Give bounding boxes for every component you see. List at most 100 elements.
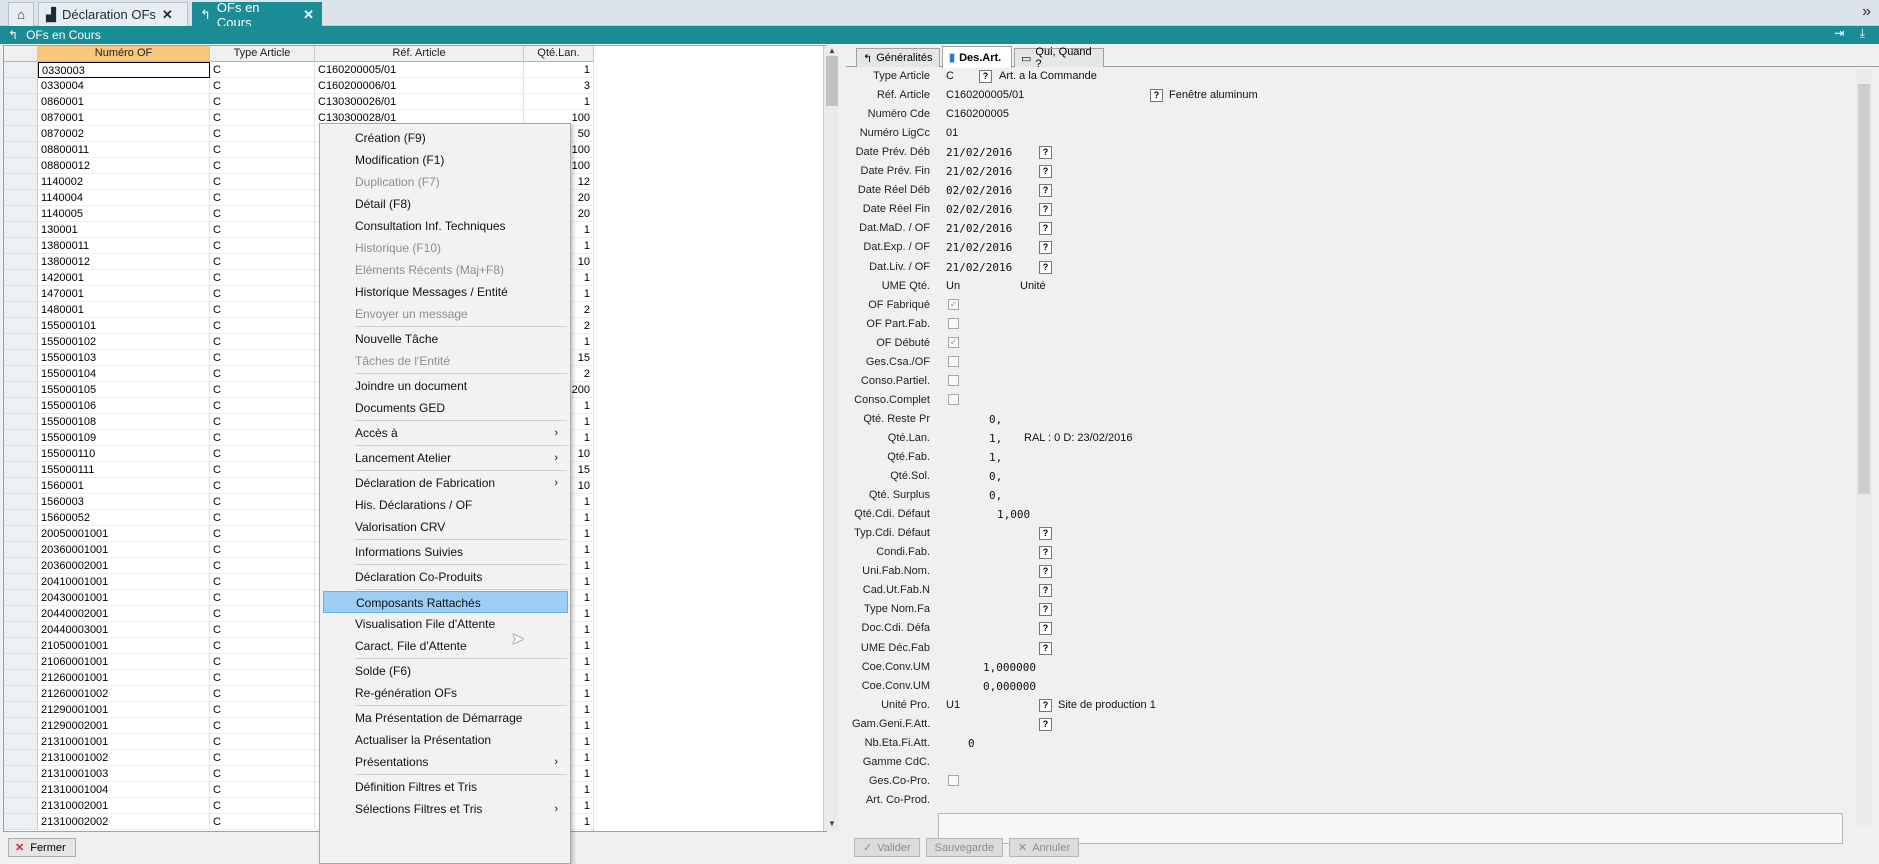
row-indicator[interactable]: [4, 558, 38, 574]
tab-declaration-ofs[interactable]: ▟ Déclaration OFs ✕: [38, 2, 188, 26]
menu-item[interactable]: Modification (F1): [323, 149, 568, 171]
menu-item[interactable]: Composants Rattachés: [323, 591, 568, 613]
menu-item[interactable]: Caract. File d'Attente: [323, 635, 568, 657]
tab-generalites[interactable]: ↰ Généralités: [856, 48, 940, 67]
field-value[interactable]: C160200005: [946, 108, 1009, 120]
lookup-icon[interactable]: ?: [1039, 184, 1052, 198]
row-indicator[interactable]: [4, 414, 38, 430]
row-indicator[interactable]: [4, 142, 38, 158]
checkbox[interactable]: [948, 317, 959, 329]
row-indicator[interactable]: [4, 510, 38, 526]
field-value[interactable]: 21/02/2016: [946, 165, 1012, 178]
menu-item[interactable]: Visualisation File d'Attente: [323, 613, 568, 635]
field-value[interactable]: C: [946, 70, 954, 82]
table-row[interactable]: 0330004 C C160200006/01 3: [4, 78, 594, 94]
menu-item[interactable]: Déclaration Co-Produits: [323, 566, 568, 588]
close-tab-icon[interactable]: ✕: [303, 7, 314, 23]
row-indicator[interactable]: [4, 238, 38, 254]
row-indicator[interactable]: [4, 222, 38, 238]
lookup-icon[interactable]: ?: [1039, 146, 1052, 160]
lookup-icon[interactable]: ?: [1039, 222, 1052, 236]
row-indicator[interactable]: [4, 334, 38, 350]
validate-button[interactable]: ✓ Valider: [854, 838, 920, 857]
row-indicator[interactable]: [4, 574, 38, 590]
grid-corner[interactable]: [4, 46, 38, 62]
tab-des-art[interactable]: ▮ Des.Art.: [942, 46, 1012, 68]
row-indicator[interactable]: [4, 126, 38, 142]
menu-item[interactable]: Définition Filtres et Tris: [323, 776, 568, 798]
row-indicator[interactable]: [4, 590, 38, 606]
lookup-icon[interactable]: ?: [1150, 89, 1163, 103]
row-indicator[interactable]: [4, 254, 38, 270]
lookup-icon[interactable]: ?: [1039, 698, 1052, 712]
row-indicator[interactable]: [4, 158, 38, 174]
row-indicator[interactable]: [4, 670, 38, 686]
field-value[interactable]: 0,: [989, 413, 1002, 426]
menu-item[interactable]: Ma Présentation de Démarrage: [323, 707, 568, 729]
menu-item[interactable]: Présentations ›: [323, 751, 568, 773]
row-indicator[interactable]: [4, 798, 38, 814]
menu-item[interactable]: Informations Suivies: [323, 541, 568, 563]
scroll-down-icon[interactable]: ▼: [824, 819, 840, 831]
window-actions-icons[interactable]: ⇥ ⤓: [1834, 26, 1871, 41]
menu-item[interactable]: Nouvelle Tâche: [323, 328, 568, 350]
menu-item[interactable]: Consultation Inf. Techniques: [323, 215, 568, 237]
checkbox[interactable]: [948, 774, 959, 786]
row-indicator[interactable]: [4, 814, 38, 830]
save-button[interactable]: Sauvegarde: [925, 838, 1003, 857]
menu-item[interactable]: Lancement Atelier ›: [323, 447, 568, 469]
row-indicator[interactable]: [4, 94, 38, 110]
row-indicator[interactable]: [4, 686, 38, 702]
col-header-ref-article[interactable]: Réf. Article: [315, 46, 524, 62]
lookup-icon[interactable]: ?: [1039, 203, 1052, 217]
row-indicator[interactable]: [4, 286, 38, 302]
row-indicator[interactable]: [4, 526, 38, 542]
menu-item[interactable]: Valorisation CRV: [323, 516, 568, 538]
lookup-icon[interactable]: ?: [1039, 584, 1052, 598]
menu-item[interactable]: Actualiser la Présentation: [323, 729, 568, 751]
field-value[interactable]: 0,000000: [983, 680, 1036, 693]
menu-item[interactable]: Eléments Récents (Maj+F8): [323, 259, 568, 281]
checkbox[interactable]: ✓: [948, 336, 959, 348]
row-indicator[interactable]: [4, 110, 38, 126]
field-value[interactable]: 0: [968, 737, 975, 750]
menu-item[interactable]: Historique Messages / Entité: [323, 281, 568, 303]
menu-item[interactable]: Solde (F6): [323, 660, 568, 682]
lookup-icon[interactable]: ?: [1039, 622, 1052, 636]
cancel-button[interactable]: ✕ Annuler: [1008, 838, 1080, 857]
menu-item[interactable]: His. Déclarations / OF: [323, 494, 568, 516]
col-header-numero-of[interactable]: Numéro OF: [38, 46, 210, 62]
field-value[interactable]: 21/02/2016: [946, 241, 1012, 254]
row-indicator[interactable]: [4, 398, 38, 414]
row-indicator[interactable]: [4, 606, 38, 622]
row-indicator[interactable]: [4, 654, 38, 670]
scroll-thumb[interactable]: [826, 56, 838, 106]
lookup-icon[interactable]: ?: [1039, 565, 1052, 579]
row-indicator[interactable]: [4, 382, 38, 398]
row-indicator[interactable]: [4, 350, 38, 366]
row-indicator[interactable]: [4, 190, 38, 206]
close-tab-icon[interactable]: ✕: [162, 7, 173, 23]
field-value[interactable]: 1,000: [997, 508, 1030, 521]
field-value[interactable]: Un: [946, 280, 960, 292]
col-header-qte-lan[interactable]: Qté.Lan.: [524, 46, 594, 62]
field-value[interactable]: 01: [946, 127, 958, 139]
lookup-icon[interactable]: ?: [1039, 241, 1052, 255]
row-indicator[interactable]: [4, 766, 38, 782]
menu-item[interactable]: Création (F9): [323, 127, 568, 149]
checkbox[interactable]: [948, 355, 959, 367]
row-indicator[interactable]: [4, 782, 38, 798]
table-row[interactable]: 0330003 C C160200005/01 1: [4, 62, 594, 78]
lookup-icon[interactable]: ?: [1039, 603, 1052, 617]
checkbox[interactable]: ✓: [948, 298, 959, 310]
row-indicator[interactable]: [4, 750, 38, 766]
field-value[interactable]: 21/02/2016: [946, 146, 1012, 159]
menu-item[interactable]: Historique (F10): [323, 237, 568, 259]
field-value[interactable]: 21/02/2016: [946, 261, 1012, 274]
field-value[interactable]: 1,: [989, 432, 1002, 445]
row-indicator[interactable]: [4, 542, 38, 558]
row-indicator[interactable]: [4, 206, 38, 222]
home-tab[interactable]: ⌂: [8, 2, 34, 26]
scroll-thumb[interactable]: [1858, 84, 1870, 494]
menu-item[interactable]: Duplication (F7): [323, 171, 568, 193]
